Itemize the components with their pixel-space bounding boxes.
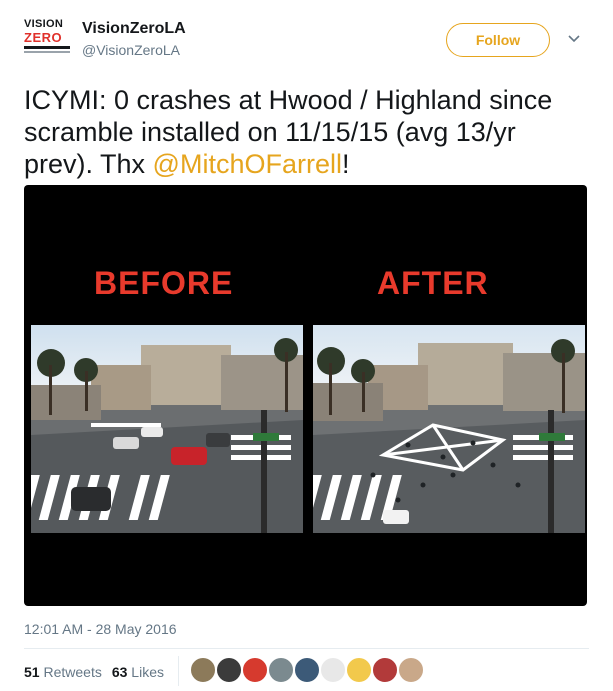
- logo-rule-thin: [24, 51, 70, 53]
- logo-text-bottom: ZERO: [24, 30, 63, 45]
- retweets-label: Retweets: [43, 664, 102, 680]
- tweet-timestamp[interactable]: 12:01 AM - 28 May 2016: [24, 621, 177, 637]
- liker-avatar-5-icon[interactable]: [294, 657, 320, 683]
- chevron-down-icon[interactable]: [568, 34, 580, 44]
- logo-text-top: VISION: [24, 18, 64, 30]
- mention-link[interactable]: @MitchOFarrell: [153, 149, 342, 179]
- retweets-stat[interactable]: 51 Retweets: [24, 664, 102, 680]
- before-intersection-photo: [31, 325, 303, 533]
- engagement-stats: 51 Retweets 63 Likes: [24, 664, 164, 680]
- likes-stat[interactable]: 63 Likes: [112, 664, 164, 680]
- tweet-body-end: !: [341, 149, 350, 179]
- likes-label: Likes: [131, 664, 164, 680]
- tweet-media-image[interactable]: BEFORE AFTER: [24, 185, 587, 606]
- liker-avatar-7-icon[interactable]: [346, 657, 372, 683]
- liker-avatar-9-icon[interactable]: [398, 657, 424, 683]
- liker-avatar-2-icon[interactable]: [216, 657, 242, 683]
- account-logo-icon[interactable]: VISION ZERO: [24, 18, 70, 58]
- liker-avatar-6-icon[interactable]: [320, 657, 346, 683]
- tweet-text: ICYMI: 0 crashes at Hwood / Highland sin…: [24, 84, 589, 180]
- tweet-header: VISION ZERO VisionZeroLA @VisionZeroLA F…: [0, 0, 613, 72]
- screen-name[interactable]: @VisionZeroLA: [82, 42, 180, 58]
- logo-rule: [24, 46, 70, 49]
- likes-count: 63: [111, 664, 128, 680]
- display-name[interactable]: VisionZeroLA: [82, 20, 186, 38]
- divider: [24, 648, 589, 649]
- before-label: BEFORE: [94, 265, 234, 301]
- liker-avatar-3-icon[interactable]: [242, 657, 268, 683]
- liker-avatar-4-icon[interactable]: [268, 657, 294, 683]
- retweets-count: 51: [24, 664, 40, 680]
- liker-avatar-1-icon[interactable]: [190, 657, 216, 683]
- liker-avatar-8-icon[interactable]: [372, 657, 398, 683]
- after-label: AFTER: [377, 265, 489, 301]
- follow-button[interactable]: Follow: [446, 23, 550, 57]
- after-intersection-photo: [313, 325, 585, 533]
- stats-separator: [178, 656, 179, 686]
